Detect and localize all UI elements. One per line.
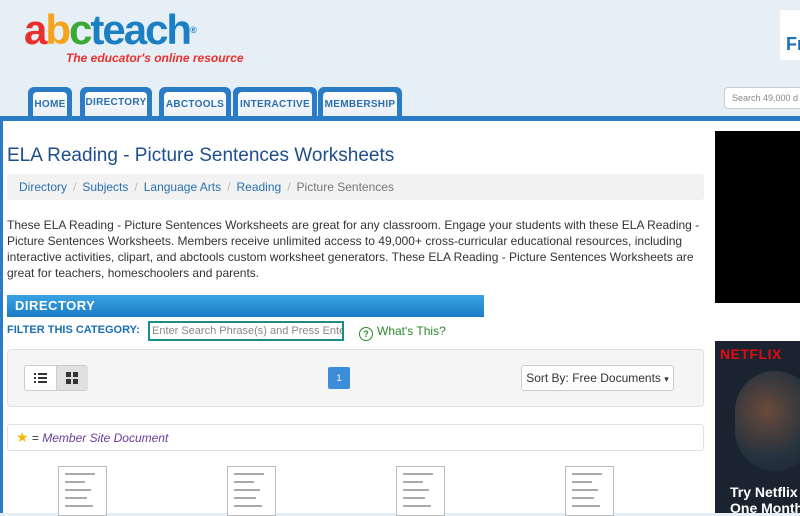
list-icon: [34, 373, 47, 383]
list-view-button[interactable]: [25, 366, 56, 390]
registered-mark: ®: [190, 25, 196, 35]
pagination-page-1[interactable]: 1: [328, 367, 350, 389]
tab-directory-label: DIRECTORY: [85, 92, 147, 117]
logo-word-teach: teach: [90, 6, 192, 53]
star-icon: ★: [16, 429, 29, 445]
whats-this-link[interactable]: ? What's This?: [359, 324, 446, 341]
logo-letter-a: a: [24, 6, 47, 53]
video-ad[interactable]: [715, 131, 800, 303]
breadcrumb-separator: /: [227, 180, 231, 194]
tab-interactive-label: INTERACTIVE: [238, 92, 312, 117]
tab-home-label: HOME: [33, 92, 67, 117]
page-description: These ELA Reading - Picture Sentences Wo…: [7, 218, 700, 280]
legend-equals: =: [31, 431, 39, 445]
netflix-cta-line2: One Month: [730, 500, 800, 513]
netflix-logo: NETFLIX: [720, 346, 782, 362]
netflix-ad-image: [735, 371, 800, 471]
chevron-down-icon: ▾: [664, 374, 669, 384]
filter-category-input[interactable]: Enter Search Phrase(s) and Press Enter: [148, 321, 344, 341]
top-right-promo-text: Fr: [786, 34, 800, 54]
worksheet-thumbnail[interactable]: [565, 466, 614, 516]
tab-membership-label: MEMBERSHIP: [323, 92, 397, 117]
tab-membership[interactable]: MEMBERSHIP: [318, 87, 402, 117]
logo-letter-b: b: [45, 6, 71, 53]
sort-dropdown[interactable]: Sort By: Free Documents ▾: [521, 365, 674, 391]
view-toggle-group: [24, 365, 88, 391]
sort-dropdown-label: Sort By: Free Documents: [526, 371, 661, 385]
worksheet-thumbnail[interactable]: [58, 466, 107, 516]
top-right-promo[interactable]: Fr: [780, 10, 800, 60]
tab-directory[interactable]: DIRECTORY: [80, 87, 152, 117]
logo-letter-c: c: [69, 6, 92, 53]
main-content: ELA Reading - Picture Sentences Workshee…: [0, 121, 712, 516]
worksheet-thumbnail[interactable]: [227, 466, 276, 516]
page-title: ELA Reading - Picture Sentences Workshee…: [7, 145, 395, 166]
help-icon: ?: [359, 327, 373, 341]
abcteach-logo[interactable]: abcteach®: [24, 6, 197, 53]
breadcrumb: Directory / Subjects / Language Arts / Reading…: [7, 174, 704, 200]
breadcrumb-reading[interactable]: Reading: [236, 180, 281, 194]
netflix-ad[interactable]: NETFLIX Try Netflix One Month: [715, 341, 800, 513]
right-ad-column: NETFLIX Try Netflix One Month: [712, 121, 800, 513]
netflix-ad-text: Try Netflix One Month: [730, 484, 800, 513]
member-legend: ★ = Member Site Document: [7, 424, 704, 451]
worksheet-thumbnail[interactable]: [396, 466, 445, 516]
breadcrumb-separator: /: [134, 180, 138, 194]
tab-abctools-label: ABCTOOLS: [164, 92, 226, 117]
breadcrumb-separator: /: [73, 180, 77, 194]
tab-home[interactable]: HOME: [28, 87, 72, 117]
breadcrumb-subjects[interactable]: Subjects: [82, 180, 128, 194]
grid-icon: [66, 372, 78, 384]
legend-text: Member Site Document: [42, 431, 169, 445]
results-toolbar: 1 Sort By: Free Documents ▾: [7, 349, 704, 407]
site-header: abcteach® The educator's online resource…: [0, 0, 800, 118]
breadcrumb-current: Picture Sentences: [296, 180, 394, 194]
breadcrumb-directory[interactable]: Directory: [19, 180, 67, 194]
tab-abctools[interactable]: ABCTOOLS: [159, 87, 231, 117]
netflix-cta-line1: Try Netflix: [730, 484, 798, 500]
directory-heading-bar: DIRECTORY: [7, 295, 484, 317]
filter-category-label: FILTER THIS CATEGORY:: [7, 324, 140, 336]
tab-interactive[interactable]: INTERACTIVE: [233, 87, 317, 117]
breadcrumb-separator: /: [287, 180, 291, 194]
site-tagline: The educator's online resource: [66, 51, 244, 65]
site-search-input[interactable]: Search 49,000 d: [724, 87, 800, 109]
breadcrumb-language-arts[interactable]: Language Arts: [144, 180, 221, 194]
grid-view-button[interactable]: [56, 366, 88, 390]
whats-this-label: What's This?: [377, 324, 446, 338]
